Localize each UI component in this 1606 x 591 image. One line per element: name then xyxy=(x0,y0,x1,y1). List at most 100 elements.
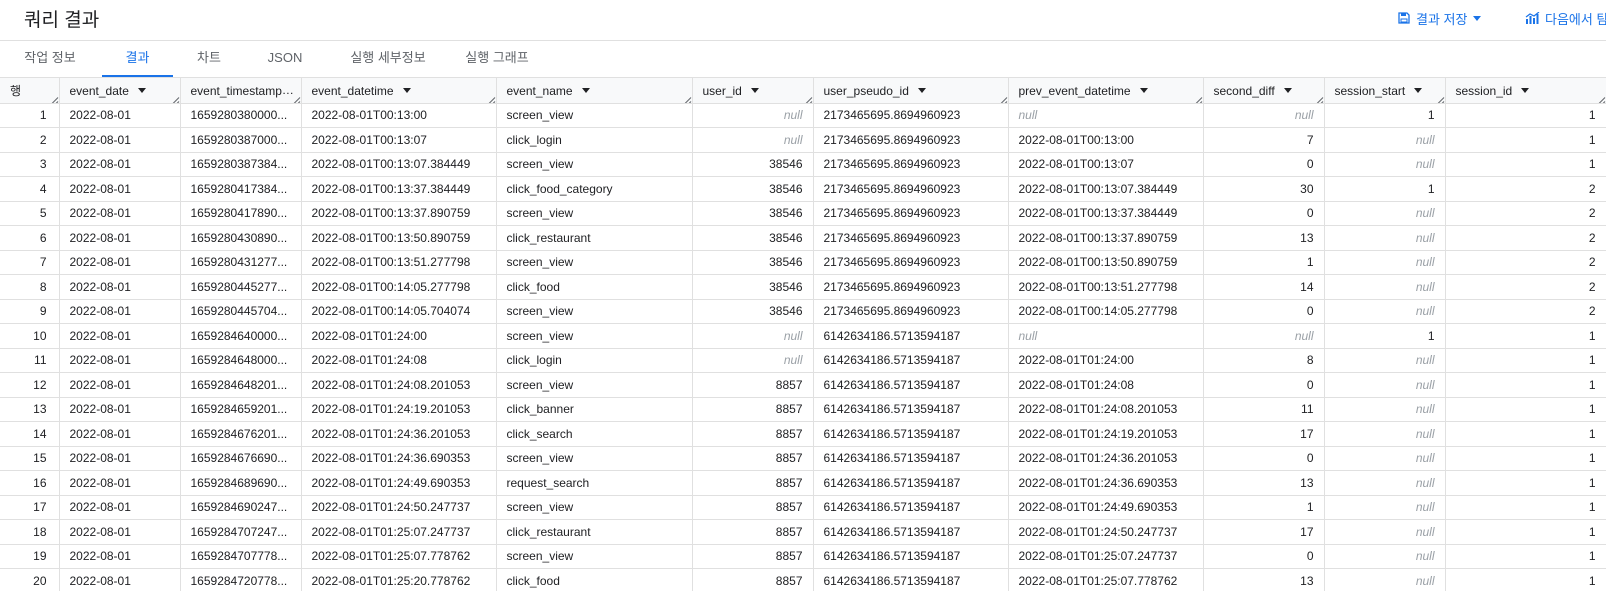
cell-user-pseudo-id[interactable]: 6142634186.5713594187 xyxy=(813,323,1009,349)
cell-event-name[interactable]: screen_view xyxy=(496,446,693,471)
cell-user-pseudo-id[interactable]: 2173465695.8694960923 xyxy=(813,250,1009,275)
cell-event-datetime[interactable]: 2022-08-01T01:24:49.690353 xyxy=(301,470,497,496)
cell-event-timestamp[interactable]: 1659284640000... xyxy=(180,323,302,349)
cell-session-id[interactable]: 1 xyxy=(1445,495,1606,520)
cell-session-start[interactable]: null xyxy=(1324,127,1446,153)
cell-second-diff[interactable]: 0 xyxy=(1203,152,1325,177)
cell-session-start[interactable]: 1 xyxy=(1324,323,1446,349)
cell-second-diff[interactable]: 7 xyxy=(1203,127,1325,153)
cell-event-name[interactable]: click_restaurant xyxy=(496,519,693,545)
cell-event-name[interactable]: screen_view xyxy=(496,299,693,324)
cell-event-timestamp[interactable]: 1659280417384... xyxy=(180,176,302,202)
cell-session-start[interactable]: null xyxy=(1324,495,1446,520)
cell-user-id[interactable]: 38546 xyxy=(692,225,814,251)
cell-session-id[interactable]: 1 xyxy=(1445,421,1606,447)
cell-event-date[interactable]: 2022-08-01 xyxy=(59,348,181,373)
table-row[interactable]: 1 2022-08-01 1659280380000... 2022-08-01T00… xyxy=(0,103,1606,128)
save-results-button[interactable]: 결과 저장 xyxy=(1398,8,1487,28)
cell-second-diff[interactable]: 0 xyxy=(1203,544,1325,569)
cell-user-id[interactable]: 38546 xyxy=(692,201,814,226)
sort-caret-icon[interactable] xyxy=(581,88,590,94)
cell-user-id[interactable]: 8857 xyxy=(692,397,814,422)
cell-session-start[interactable]: 1 xyxy=(1324,103,1446,128)
table-row[interactable]: 8 2022-08-01 1659280445277... 2022-08-01T00… xyxy=(0,274,1606,300)
cell-user-pseudo-id[interactable]: 2173465695.8694960923 xyxy=(813,299,1009,324)
cell-prev-event-datetime[interactable]: 2022-08-01T01:24:00 xyxy=(1008,348,1204,373)
cell-event-datetime[interactable]: 2022-08-01T00:13:07.384449 xyxy=(301,152,497,177)
cell-session-id[interactable]: 1 xyxy=(1445,152,1606,177)
cell-user-id[interactable]: null xyxy=(692,323,814,349)
sort-caret-icon[interactable] xyxy=(1139,88,1148,94)
table-row[interactable]: 4 2022-08-01 1659280417384... 2022-08-01T00… xyxy=(0,176,1606,202)
table-row[interactable]: 17 2022-08-01 1659284690247... 2022-08-01T0… xyxy=(0,495,1606,520)
cell-event-date[interactable]: 2022-08-01 xyxy=(59,446,181,471)
cell-prev-event-datetime[interactable]: 2022-08-01T01:25:07.247737 xyxy=(1008,544,1204,569)
cell-second-diff[interactable]: 8 xyxy=(1203,348,1325,373)
cell-event-datetime[interactable]: 2022-08-01T01:25:07.778762 xyxy=(301,544,497,569)
cell-event-timestamp[interactable]: 1659284690247... xyxy=(180,495,302,520)
cell-event-timestamp[interactable]: 1659280387000... xyxy=(180,127,302,153)
cell-user-pseudo-id[interactable]: 2173465695.8694960923 xyxy=(813,274,1009,300)
cell-prev-event-datetime[interactable]: 2022-08-01T01:24:08.201053 xyxy=(1008,397,1204,422)
sort-caret-icon[interactable] xyxy=(917,88,926,94)
cell-second-diff[interactable]: 17 xyxy=(1203,519,1325,545)
cell-prev-event-datetime[interactable]: 2022-08-01T00:13:51.277798 xyxy=(1008,274,1204,300)
cell-prev-event-datetime[interactable]: 2022-08-01T00:13:50.890759 xyxy=(1008,250,1204,275)
cell-session-start[interactable]: null xyxy=(1324,470,1446,496)
table-row[interactable]: 3 2022-08-01 1659280387384... 2022-08-01T00… xyxy=(0,152,1606,177)
cell-session-id[interactable]: 1 xyxy=(1445,372,1606,398)
cell-event-name[interactable]: screen_view xyxy=(496,152,693,177)
cell-prev-event-datetime[interactable]: 2022-08-01T00:13:07.384449 xyxy=(1008,176,1204,202)
column-header-prev-event-datetime[interactable]: prev_event_datetime xyxy=(1008,78,1204,104)
table-row[interactable]: 13 2022-08-01 1659284659201... 2022-08-01T0… xyxy=(0,397,1606,422)
table-row[interactable]: 10 2022-08-01 1659284640000... 2022-08-01T0… xyxy=(0,323,1606,349)
cell-user-pseudo-id[interactable]: 2173465695.8694960923 xyxy=(813,103,1009,128)
table-row[interactable]: 19 2022-08-01 1659284707778... 2022-08-01T0… xyxy=(0,544,1606,569)
cell-prev-event-datetime[interactable]: null xyxy=(1008,103,1204,128)
cell-second-diff[interactable]: 0 xyxy=(1203,446,1325,471)
cell-second-diff[interactable]: 11 xyxy=(1203,397,1325,422)
cell-session-start[interactable]: null xyxy=(1324,250,1446,275)
cell-user-id[interactable]: null xyxy=(692,348,814,373)
cell-session-id[interactable]: 2 xyxy=(1445,299,1606,324)
resize-handle-icon[interactable] xyxy=(682,93,691,102)
cell-event-name[interactable]: click_food_category xyxy=(496,176,693,202)
tab-job-info[interactable]: 작업 정보 xyxy=(12,41,88,77)
cell-event-timestamp[interactable]: 1659280430890... xyxy=(180,225,302,251)
cell-event-date[interactable]: 2022-08-01 xyxy=(59,127,181,153)
cell-user-pseudo-id[interactable]: 6142634186.5713594187 xyxy=(813,348,1009,373)
cell-event-datetime[interactable]: 2022-08-01T01:25:07.247737 xyxy=(301,519,497,545)
resize-handle-icon[interactable] xyxy=(1193,93,1202,102)
tab-chart[interactable]: 차트 xyxy=(182,41,236,77)
cell-event-date[interactable]: 2022-08-01 xyxy=(59,323,181,349)
table-row[interactable]: 9 2022-08-01 1659280445704... 2022-08-01T00… xyxy=(0,299,1606,324)
cell-session-start[interactable]: null xyxy=(1324,446,1446,471)
resize-handle-icon[interactable] xyxy=(1314,93,1323,102)
cell-user-id[interactable]: 8857 xyxy=(692,421,814,447)
cell-event-timestamp[interactable]: 1659284648201... xyxy=(180,372,302,398)
cell-event-datetime[interactable]: 2022-08-01T01:24:50.247737 xyxy=(301,495,497,520)
cell-event-datetime[interactable]: 2022-08-01T00:14:05.277798 xyxy=(301,274,497,300)
tab-execution-details[interactable]: 실행 세부정보 xyxy=(339,41,437,77)
cell-session-id[interactable]: 2 xyxy=(1445,201,1606,226)
cell-event-timestamp[interactable]: 1659284659201... xyxy=(180,397,302,422)
column-header-session-id[interactable]: session_id xyxy=(1445,78,1606,104)
table-row[interactable]: 15 2022-08-01 1659284676690... 2022-08-01T0… xyxy=(0,446,1606,471)
cell-prev-event-datetime[interactable]: 2022-08-01T01:25:07.778762 xyxy=(1008,568,1204,591)
cell-event-datetime[interactable]: 2022-08-01T00:13:00 xyxy=(301,103,497,128)
cell-event-date[interactable]: 2022-08-01 xyxy=(59,274,181,300)
cell-user-id[interactable]: 8857 xyxy=(692,519,814,545)
cell-event-date[interactable]: 2022-08-01 xyxy=(59,372,181,398)
table-row[interactable]: 12 2022-08-01 1659284648201... 2022-08-01T0… xyxy=(0,372,1606,398)
cell-user-pseudo-id[interactable]: 6142634186.5713594187 xyxy=(813,446,1009,471)
resize-handle-icon[interactable] xyxy=(49,93,58,102)
cell-prev-event-datetime[interactable]: null xyxy=(1008,323,1204,349)
resize-handle-icon[interactable] xyxy=(170,93,179,102)
table-row[interactable]: 14 2022-08-01 1659284676201... 2022-08-01T0… xyxy=(0,421,1606,447)
cell-prev-event-datetime[interactable]: 2022-08-01T00:13:37.890759 xyxy=(1008,225,1204,251)
cell-user-id[interactable]: null xyxy=(692,127,814,153)
cell-event-datetime[interactable]: 2022-08-01T00:13:07 xyxy=(301,127,497,153)
cell-event-name[interactable]: request_search xyxy=(496,470,693,496)
cell-prev-event-datetime[interactable]: 2022-08-01T00:13:00 xyxy=(1008,127,1204,153)
resize-handle-icon[interactable] xyxy=(1596,93,1605,102)
